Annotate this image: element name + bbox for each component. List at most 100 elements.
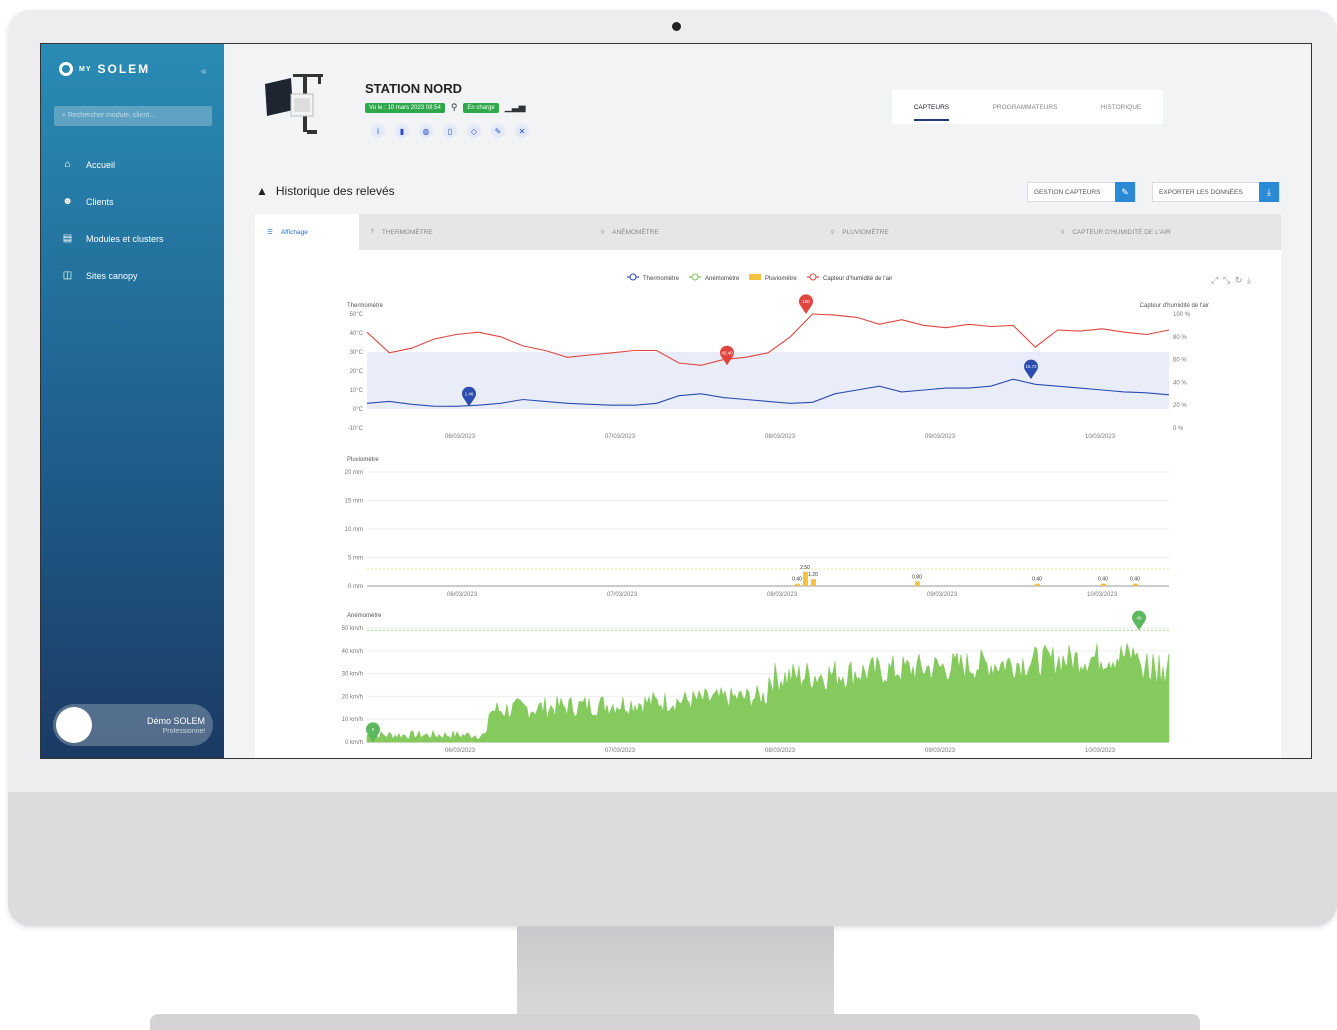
rain-bar-label: 0.40 xyxy=(1032,577,1042,583)
info-icon[interactable]: i xyxy=(371,124,385,138)
edit-icon[interactable]: ✎ xyxy=(491,124,505,138)
y-tick-label: -10°C xyxy=(348,426,364,432)
y-tick-label: 30 km/h xyxy=(342,672,363,678)
sensor-tabs: ☰ Affichage ⫯ THERMOMÈTRE ◊ ANÉMOMÈTRE ◊… xyxy=(255,214,1281,250)
y-tick-label: 50 km/h xyxy=(342,626,363,632)
export-data-button[interactable]: EXPORTER LES DONNÉES ⤓ xyxy=(1152,182,1280,202)
signal-icon: ▁▃▅ xyxy=(504,102,526,112)
book-icon[interactable]: ▮ xyxy=(395,124,409,138)
x-tick-label: 09/03/2023 xyxy=(927,592,958,598)
sidebar-item-label: Modules et clusters xyxy=(86,233,164,244)
history-panel: ☰ Affichage ⫯ THERMOMÈTRE ◊ ANÉMOMÈTRE ◊… xyxy=(255,214,1281,758)
station-actions: i ▮ ◍ ▯ ◇ ✎ ✕ xyxy=(371,124,529,138)
sidebar-item-sites[interactable]: ◫ Sites canopy xyxy=(41,257,224,294)
solem-logo-icon xyxy=(59,62,73,76)
sidebar-item-label: Sites canopy xyxy=(86,270,138,281)
sidebar-item-accueil[interactable]: ⌂ Accueil xyxy=(41,146,224,183)
legend-label: Anémomètre xyxy=(705,276,740,282)
y-tick-label: 30°C xyxy=(350,350,364,356)
y-tick-label: 50°C xyxy=(350,312,364,318)
x-tick-label: 09/03/2023 xyxy=(925,748,956,754)
manage-sensors-button[interactable]: GESTION CAPTEURS ✎ xyxy=(1027,182,1136,202)
last-seen-badge: Vu le : 10 mars 2023 08:54 xyxy=(365,102,445,113)
x-tick-label: 10/03/2023 xyxy=(1087,592,1118,598)
tab-programmateurs[interactable]: PROGRAMMATEURS xyxy=(993,104,1058,111)
rain-bar xyxy=(811,579,816,586)
x-tick-label: 06/03/2023 xyxy=(445,434,476,440)
x-tick-label: 06/03/2023 xyxy=(447,592,478,598)
y-tick-label: 40°C xyxy=(350,331,364,337)
export-data-label: EXPORTER LES DONNÉES xyxy=(1159,188,1243,196)
rain-bar-label: 0.40 xyxy=(792,577,802,583)
tag-icon[interactable]: ◇ xyxy=(467,124,481,138)
sidebar-search-input[interactable]: ⌕ Rechercher module, client... xyxy=(54,106,212,126)
sites-icon: ◫ xyxy=(62,270,73,281)
modules-icon: ▤ xyxy=(62,233,73,244)
data-marker-label: 45.40 xyxy=(721,350,733,355)
tab-affichage[interactable]: ☰ Affichage xyxy=(255,214,359,250)
legend-swatch xyxy=(749,274,761,280)
monitor-foot xyxy=(150,1014,1200,1030)
sidebar-item-modules[interactable]: ▤ Modules et clusters xyxy=(41,220,224,257)
sidebar-item-clients[interactable]: ☻ Clients xyxy=(41,183,224,220)
users-icon: ☻ xyxy=(62,196,73,207)
trash-icon[interactable]: ✕ xyxy=(515,124,529,138)
y-tick-label: 0 km/h xyxy=(345,740,363,746)
monitor-chin xyxy=(8,792,1337,926)
brand-name: SOLEM xyxy=(97,62,151,76)
y-tick-label: 15 mm xyxy=(345,499,363,505)
axis-label-left: Thermomètre xyxy=(347,303,384,309)
chart-icon: ☰ xyxy=(267,229,273,236)
axis-label-left: Pluviomètre xyxy=(347,457,379,463)
wrench-icon: ⚲ xyxy=(450,102,458,112)
y-tick-label: 10 mm xyxy=(345,527,363,533)
user-card[interactable]: Démo SOLEM Professionnel xyxy=(53,704,213,746)
x-tick-label: 09/03/2023 xyxy=(925,434,956,440)
rain-bar-label: 0.40 xyxy=(1098,577,1108,583)
sidebar-nav: ⌂ Accueil ☻ Clients ▤ Modules et cluster… xyxy=(41,146,224,294)
drop-icon: ◊ xyxy=(1061,228,1065,236)
zoom-in-icon: ⤢ xyxy=(1210,275,1218,285)
tab-label: THERMOMÈTRE xyxy=(381,228,433,236)
rain-bar xyxy=(1133,583,1138,586)
user-role: Professionnel xyxy=(162,728,205,735)
battery-icon[interactable]: ▯ xyxy=(443,124,457,138)
tab-thermometre[interactable]: ⫯ THERMOMÈTRE xyxy=(359,214,589,250)
brand-logo[interactable]: MY SOLEM xyxy=(59,62,150,76)
tab-label: CAPTEUR D'HUMIDITÉ DE L'AIR xyxy=(1072,228,1171,236)
globe-icon[interactable]: ◍ xyxy=(419,124,433,138)
search-icon: ⌕ xyxy=(62,112,66,119)
reset-icon: ↻ xyxy=(1235,275,1243,285)
tab-label: PLUVIOMÈTRE xyxy=(842,228,889,236)
y-tick-label: 5 mm xyxy=(348,556,363,562)
drop-icon: ◊ xyxy=(831,228,835,236)
y-tick-label: 20 km/h xyxy=(342,694,363,700)
rain-bar-label: 0.40 xyxy=(1130,577,1140,583)
y-tick-label: 0°C xyxy=(353,407,364,413)
collapse-icon[interactable]: « xyxy=(201,66,207,77)
legend-label: Pluviomètre xyxy=(765,276,797,282)
tab-pluviometre[interactable]: ◊ PLUVIOMÈTRE xyxy=(819,214,1049,250)
tab-humidite[interactable]: ◊ CAPTEUR D'HUMIDITÉ DE L'AIR xyxy=(1049,214,1281,250)
y-tick-label: 20 mm xyxy=(345,470,363,476)
avatar xyxy=(56,707,92,743)
x-tick-label: 08/03/2023 xyxy=(765,748,796,754)
y-right-tick-label: 0 % xyxy=(1173,426,1184,432)
tab-label: ANÉMOMÈTRE xyxy=(612,228,659,236)
tab-historique[interactable]: HISTORIQUE xyxy=(1101,104,1141,111)
y-tick-label: 10°C xyxy=(350,388,364,394)
tab-anemometre[interactable]: ◊ ANÉMOMÈTRE xyxy=(589,214,819,250)
search-placeholder: Rechercher module, client... xyxy=(67,112,156,119)
y-right-tick-label: 60 % xyxy=(1173,358,1187,364)
user-name: Démo SOLEM xyxy=(146,716,205,726)
x-tick-label: 10/03/2023 xyxy=(1085,434,1116,440)
data-marker-pin xyxy=(799,294,813,314)
y-tick-label: 20°C xyxy=(350,369,364,375)
data-marker-pin xyxy=(1132,610,1146,631)
tab-capteurs[interactable]: CAPTEURS xyxy=(913,94,950,121)
y-right-tick-label: 40 % xyxy=(1173,380,1187,386)
download-icon: ⤓ xyxy=(1259,182,1279,202)
rain-bar xyxy=(795,583,800,586)
wind-series-area xyxy=(366,643,1170,743)
x-tick-label: 06/03/2023 xyxy=(445,748,476,754)
